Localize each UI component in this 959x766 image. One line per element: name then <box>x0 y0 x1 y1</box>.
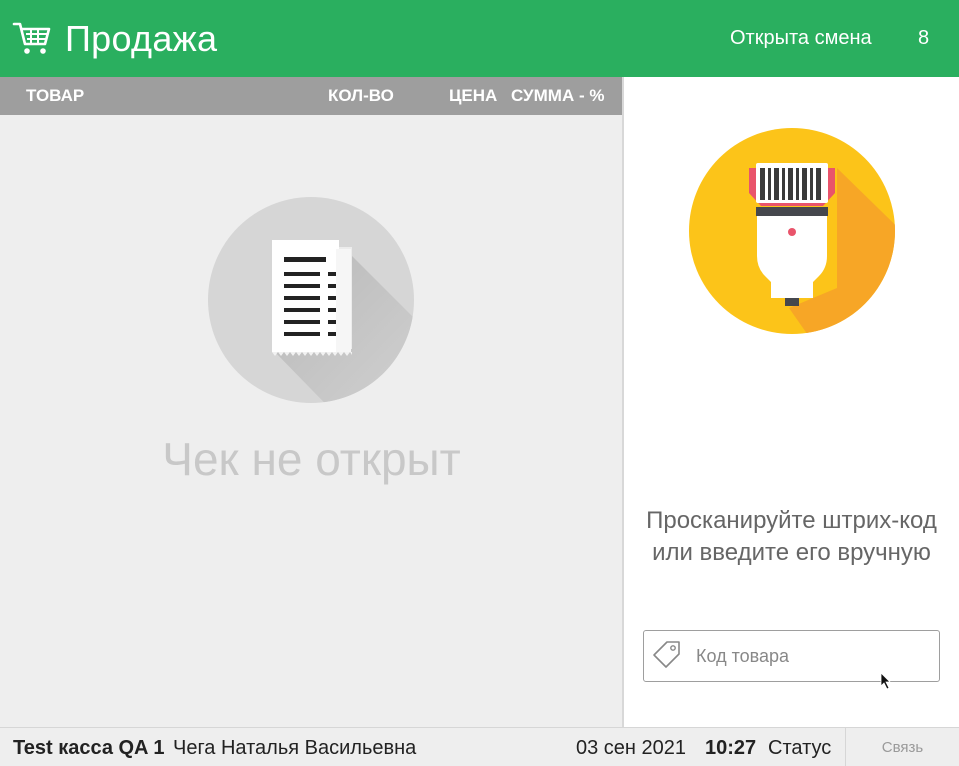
product-code-input[interactable] <box>696 641 931 671</box>
cashier-name: Чега Наталья Васильевна <box>173 737 417 759</box>
barcode-scanner-icon <box>689 128 895 334</box>
empty-receipt-message: Чек не открыт <box>162 433 461 485</box>
status-bar: Test касса QA 1 Чега Наталья Васильевна … <box>0 727 959 766</box>
scanner-panel: Просканируйте штрих-код или введите его … <box>624 77 959 727</box>
product-code-field[interactable] <box>643 630 940 682</box>
cart-icon <box>12 22 51 54</box>
shift-status: Открыта смена <box>730 27 872 49</box>
receipt-panel: ТОВАР КОЛ-ВО ЦЕНА СУММА - % Чек не откры… <box>0 77 623 727</box>
app-header: Продажа Открыта смена 8 <box>0 0 959 77</box>
connection-button[interactable]: Связь <box>845 728 959 766</box>
column-quantity: КОЛ-ВО <box>328 86 394 105</box>
scan-instruction: Просканируйте штрих-код или введите его … <box>646 507 937 566</box>
page-title: Продажа <box>65 18 218 59</box>
status-label: Статус <box>768 737 832 759</box>
column-sum: СУММА - % <box>511 86 605 105</box>
mouse-cursor-icon <box>880 672 891 690</box>
connection-label: Связь <box>881 739 924 756</box>
current-time: 10:27 <box>705 737 757 759</box>
receipt-icon <box>208 197 414 403</box>
column-item: ТОВАР <box>26 86 85 105</box>
column-price: ЦЕНА <box>449 86 498 105</box>
register-name: Test касса QA 1 <box>13 737 165 759</box>
current-date: 03 сен 2021 <box>576 737 687 759</box>
receipt-column-header: ТОВАР КОЛ-ВО ЦЕНА СУММА - % <box>0 77 623 115</box>
shift-number: 8 <box>918 27 930 49</box>
price-tag-icon <box>653 641 680 668</box>
